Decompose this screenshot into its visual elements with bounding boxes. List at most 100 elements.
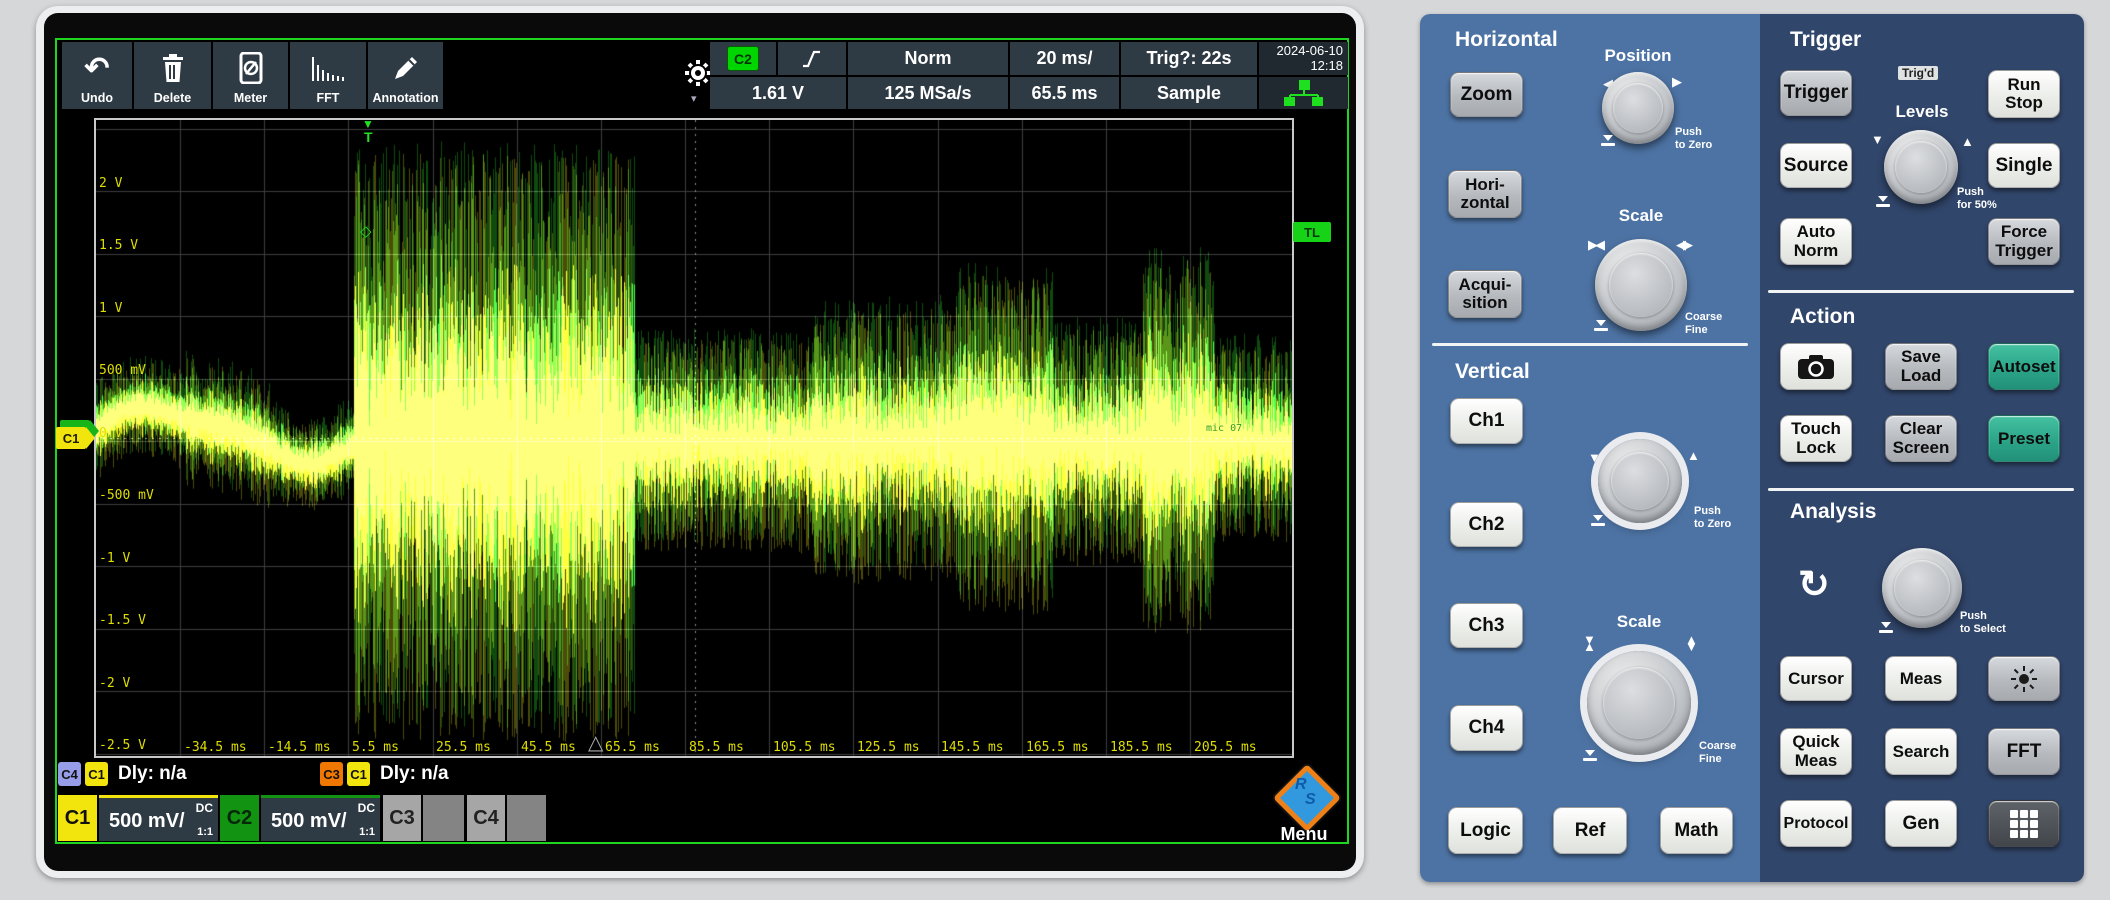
horizontal-scale-knob[interactable] <box>1595 239 1687 331</box>
delete-button[interactable]: Delete <box>134 42 211 109</box>
logo-letter-s: S <box>1305 791 1316 809</box>
push-icon <box>1875 196 1891 210</box>
y-axis-label: -2.5 V <box>99 738 146 753</box>
tab-channel4-label[interactable]: C4 <box>467 795 505 841</box>
push-for-50-caption: Push for 50% <box>1957 186 1997 211</box>
delay-value: Dly: n/a <box>118 763 187 785</box>
gen-button[interactable]: Gen <box>1885 800 1957 847</box>
c1-badge: C1 <box>347 762 370 786</box>
single-button[interactable]: Single <box>1988 143 2060 188</box>
annotation-button[interactable]: Annotation <box>368 42 443 109</box>
tab-channel4[interactable] <box>507 795 546 841</box>
trigger-source-badge: C2 <box>727 46 759 71</box>
y-axis-label: 1 V <box>99 301 122 316</box>
menu-button[interactable]: Menu <box>1266 824 1342 845</box>
quick-meas-button[interactable]: Quick Meas <box>1780 728 1852 775</box>
search-button[interactable]: Search <box>1885 728 1957 775</box>
waveform-display[interactable]: 2 V 1.5 V 1 V 500 mV 0 V -500 mV -1 V -1… <box>94 118 1294 758</box>
acquisition-mode-cell[interactable]: Sample <box>1121 77 1257 109</box>
tab-channel3[interactable] <box>423 795 464 841</box>
math-button[interactable]: Math <box>1660 807 1733 854</box>
trigger-slope-cell[interactable] <box>778 42 846 75</box>
settings-gear-icon[interactable] <box>683 58 713 93</box>
trigger-levels-knob[interactable] <box>1884 130 1958 204</box>
autoset-button[interactable]: Autoset <box>1988 343 2060 390</box>
save-load-button[interactable]: Save Load <box>1885 343 1957 390</box>
trigger-status-cell[interactable]: Trig?: 22s <box>1121 42 1257 75</box>
ref-button[interactable]: Ref <box>1553 807 1627 854</box>
trigger-level-diamond-icon[interactable]: ◇ <box>360 224 372 239</box>
apps-grid-icon <box>2009 809 2039 839</box>
source-button[interactable]: Source <box>1780 143 1852 188</box>
y-axis-label: 1.5 V <box>99 238 138 253</box>
touch-lock-button[interactable]: Touch Lock <box>1780 415 1852 462</box>
horizontal-button[interactable]: Hori- zontal <box>1448 170 1522 218</box>
delay-reference-icon[interactable]: △ <box>588 730 603 755</box>
down-arrow-icon: ▼ <box>1871 133 1884 146</box>
up-arrow-icon: ▲ <box>1961 135 1974 148</box>
x-axis-label: 205.5 ms <box>1194 740 1257 755</box>
auto-norm-button[interactable]: Auto Norm <box>1780 218 1852 265</box>
tab-channel3-label[interactable]: C3 <box>383 795 421 841</box>
waveform-canvas[interactable] <box>96 120 1292 756</box>
trigger-button[interactable]: Trigger <box>1780 70 1852 116</box>
meas-button[interactable]: Meas <box>1885 656 1957 701</box>
rising-edge-icon <box>799 47 825 71</box>
clear-screen-button[interactable]: Clear Screen <box>1885 415 1957 462</box>
gear-dropdown-arrow[interactable]: ▾ <box>691 92 697 105</box>
waveform-annotation: mic 07 <box>1206 423 1242 434</box>
preset-button[interactable]: Preset <box>1988 415 2060 462</box>
analysis-navigation-knob[interactable] <box>1882 548 1962 628</box>
fft-panel-button[interactable]: FFT <box>1988 728 2060 775</box>
meter-button[interactable]: Meter <box>213 42 288 109</box>
trigger-heading: Trigger <box>1790 28 1861 52</box>
ch4-button[interactable]: Ch4 <box>1450 705 1523 751</box>
trigger-level-cell[interactable]: 1.61 V <box>710 77 846 109</box>
trigger-source-cell[interactable]: C2 <box>710 42 776 75</box>
push-icon <box>1878 622 1894 636</box>
timebase-cell[interactable]: 20 ms/ <box>1010 42 1119 75</box>
force-trigger-button[interactable]: Force Trigger <box>1988 218 2060 265</box>
apps-button[interactable] <box>1988 800 2060 847</box>
up-arrow-icon: ▲ <box>1687 449 1700 462</box>
trigger-mode-cell[interactable]: Norm <box>848 42 1008 75</box>
push-icon <box>1600 135 1616 149</box>
network-status <box>1259 77 1348 109</box>
horizontal-position-knob[interactable] <box>1602 72 1674 144</box>
horizontal-position-label: Position <box>1588 46 1688 66</box>
ch3-button[interactable]: Ch3 <box>1450 603 1523 648</box>
push-to-select-caption: Push to Select <box>1960 610 2006 635</box>
acquisition-button[interactable]: Acqui- sition <box>1448 270 1522 318</box>
cursor-button[interactable]: Cursor <box>1780 656 1852 701</box>
analysis-heading: Analysis <box>1790 500 1876 524</box>
horizontal-position-cell[interactable]: 65.5 ms <box>1010 77 1119 109</box>
tab-channel2-label[interactable]: C2 <box>220 795 259 841</box>
vertical-position-knob[interactable] <box>1598 439 1682 523</box>
ch2-button[interactable]: Ch2 <box>1450 502 1523 547</box>
logic-button[interactable]: Logic <box>1448 807 1523 854</box>
y-axis-label: -500 mV <box>99 488 154 503</box>
run-stop-button[interactable]: Run Stop <box>1988 70 2060 118</box>
protocol-button[interactable]: Protocol <box>1780 800 1852 847</box>
screenshot-button[interactable] <box>1780 343 1852 390</box>
ch1-button[interactable]: Ch1 <box>1450 398 1523 444</box>
trigger-level-badge[interactable]: TL <box>1293 222 1331 242</box>
intensity-button[interactable] <box>1988 656 2060 701</box>
undo-button[interactable]: ↶ Undo <box>62 42 132 109</box>
trash-icon <box>134 50 211 86</box>
expand-arrows-icon: ◀▶ <box>1676 238 1690 251</box>
zoom-button[interactable]: Zoom <box>1450 72 1523 117</box>
fft-button[interactable]: FFT <box>290 42 366 109</box>
push-icon <box>1593 320 1609 334</box>
tab-channel2[interactable]: 500 mV/ DC 1:1 <box>261 795 380 841</box>
lan-icon <box>1283 80 1325 106</box>
c4-badge: C4 <box>58 762 81 786</box>
tab-channel1-label[interactable]: C1 <box>58 795 97 841</box>
undo-icon: ↶ <box>62 50 132 86</box>
tab-channel1[interactable]: 500 mV/ DC 1:1 <box>99 795 218 841</box>
sample-rate-cell[interactable]: 125 MSa/s <box>848 77 1008 109</box>
trigger-position-marker[interactable]: T <box>364 130 373 144</box>
intensity-icon <box>2010 665 2038 693</box>
vertical-scale-knob[interactable] <box>1587 651 1691 755</box>
channel1-offset-marker[interactable]: C1 <box>56 427 86 449</box>
